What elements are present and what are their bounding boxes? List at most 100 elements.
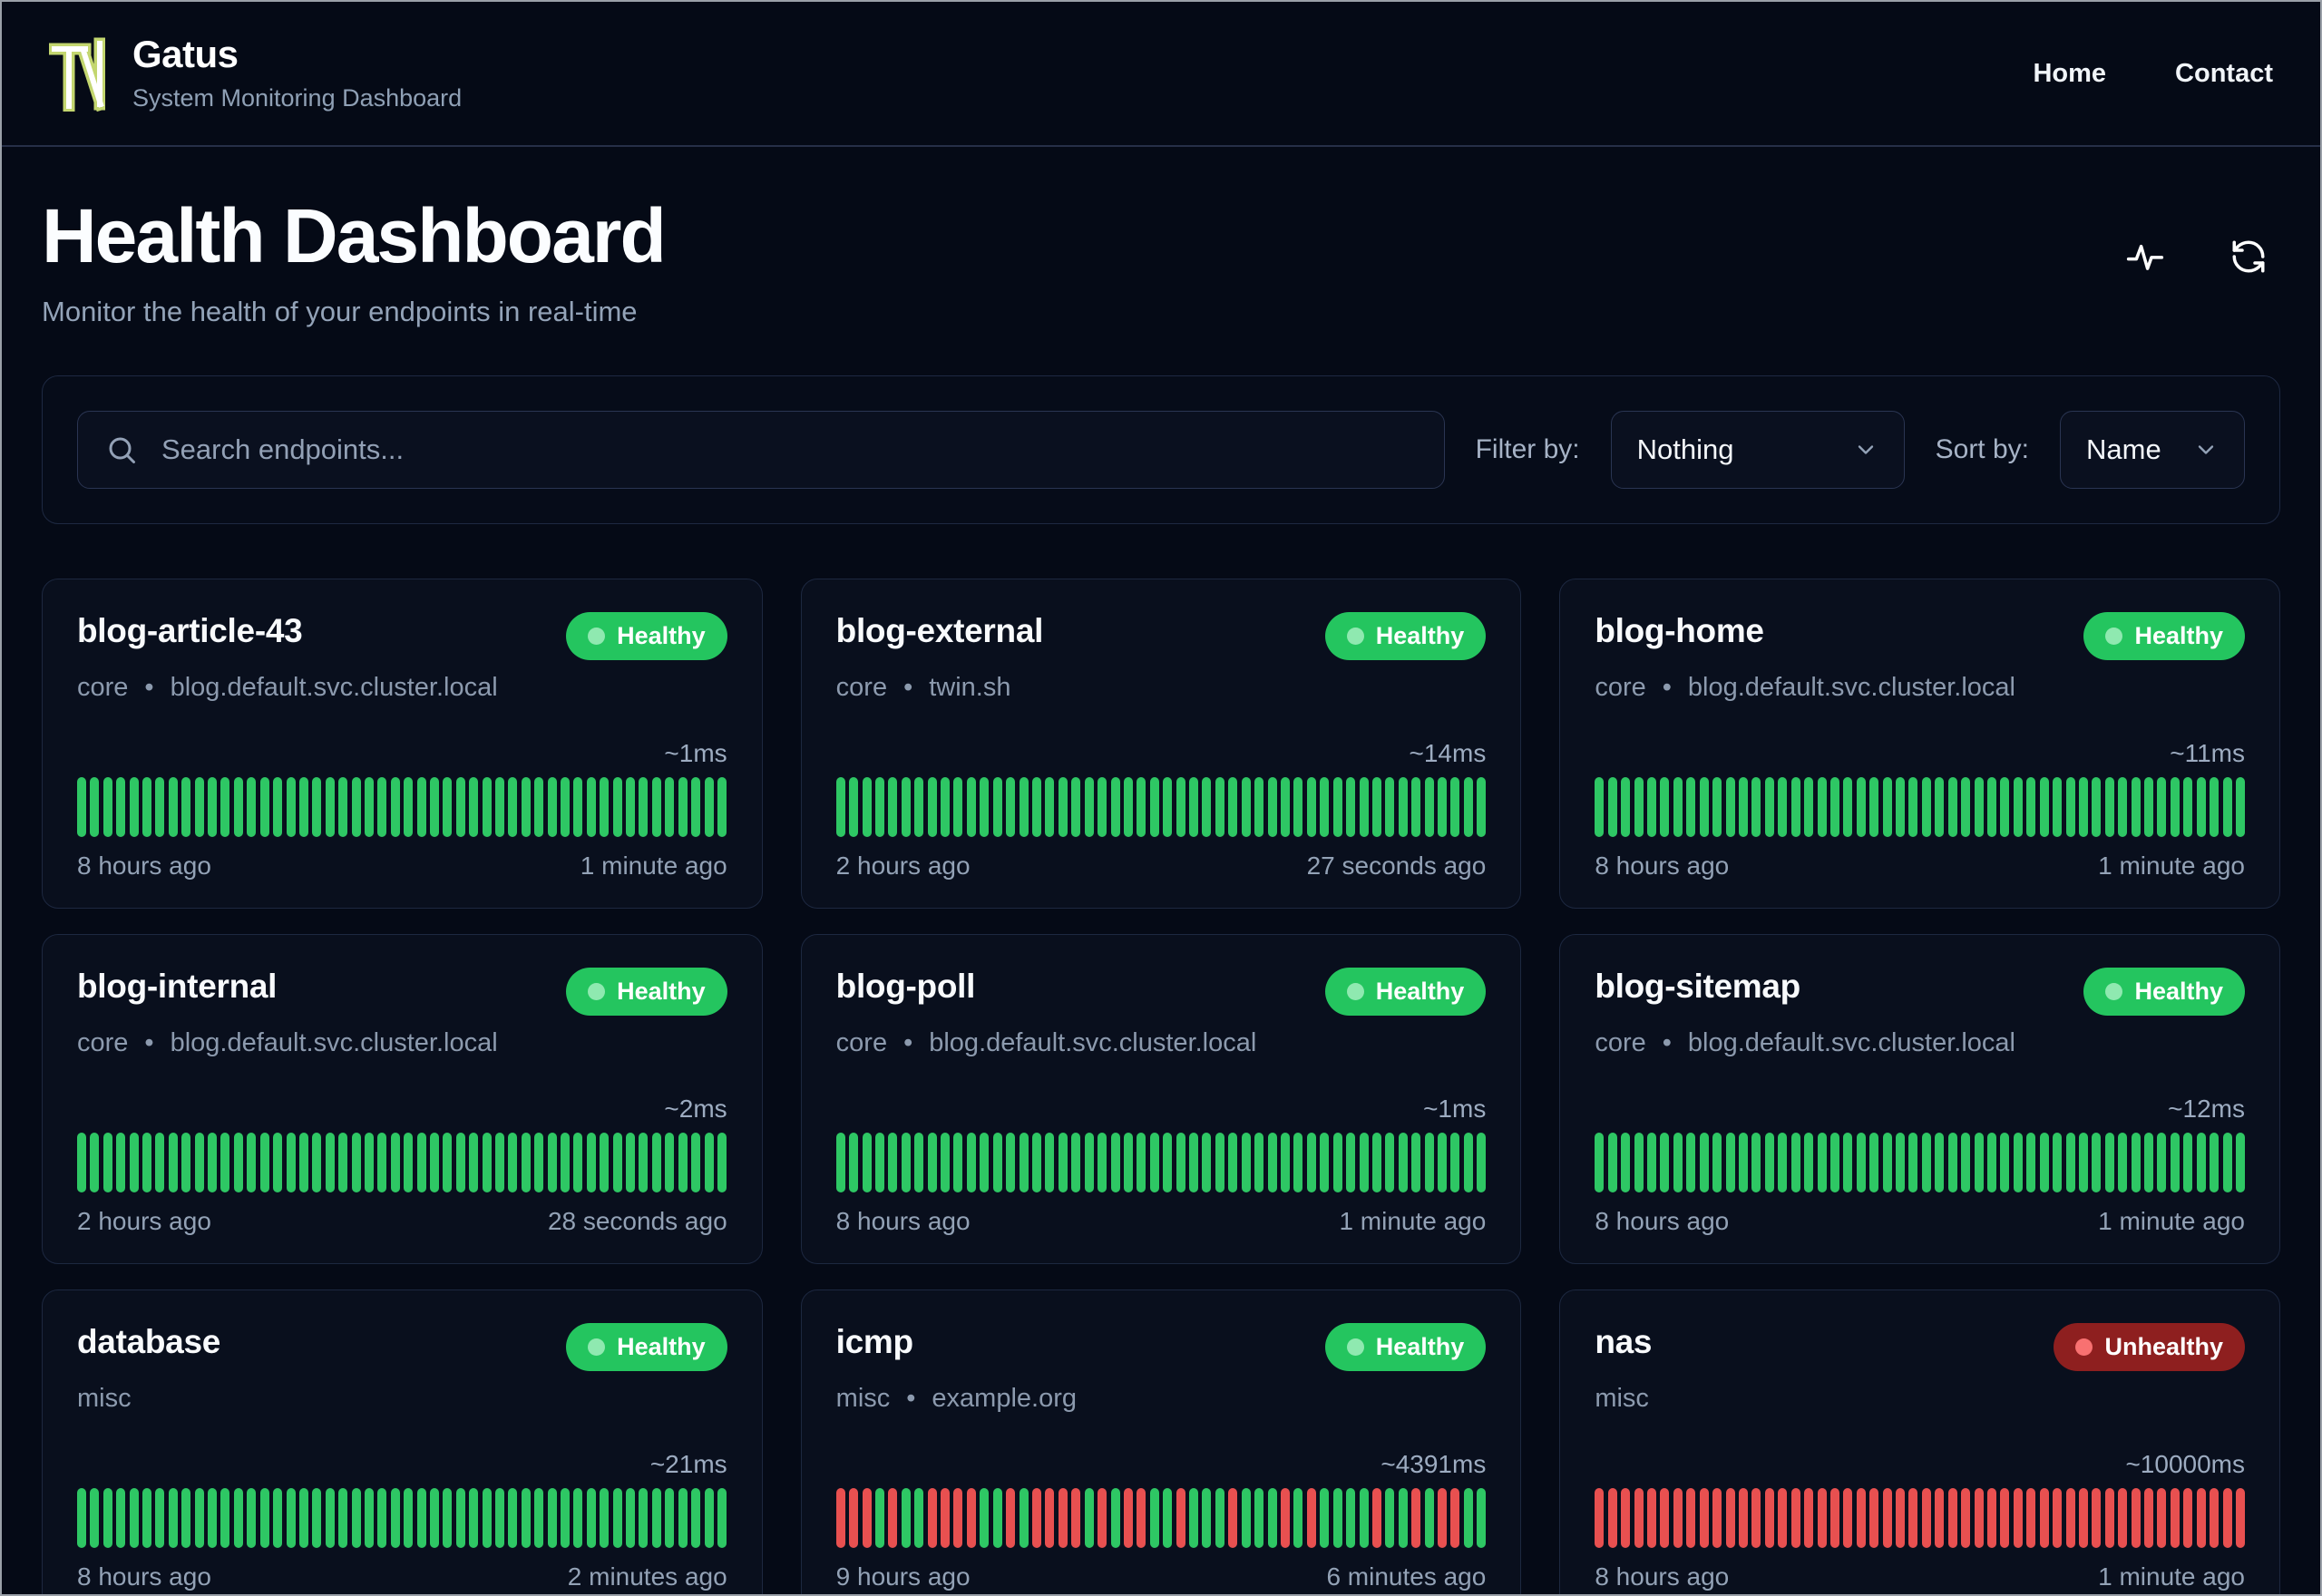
uptime-bar[interactable] xyxy=(2210,1488,2220,1549)
uptime-bar[interactable] xyxy=(247,1488,257,1549)
nav-link-contact[interactable]: Contact xyxy=(2175,59,2273,89)
uptime-bar[interactable] xyxy=(443,777,453,838)
uptime-bar[interactable] xyxy=(208,777,218,838)
uptime-bar[interactable] xyxy=(1215,777,1224,838)
uptime-bar[interactable] xyxy=(2157,777,2167,838)
uptime-bar[interactable] xyxy=(1424,777,1434,838)
uptime-bar[interactable] xyxy=(2118,1133,2128,1193)
uptime-bar[interactable] xyxy=(1477,777,1487,838)
uptime-bar[interactable] xyxy=(888,1488,898,1549)
uptime-bar[interactable] xyxy=(2196,1133,2206,1193)
uptime-bar[interactable] xyxy=(639,777,649,838)
endpoint-card[interactable]: blog-article-43 Healthy core • blog.defa… xyxy=(42,579,763,910)
uptime-bar[interactable] xyxy=(849,777,859,838)
uptime-bar[interactable] xyxy=(1346,1133,1356,1193)
uptime-bar[interactable] xyxy=(1817,1488,1827,1549)
uptime-bar[interactable] xyxy=(927,1488,937,1549)
uptime-bar[interactable] xyxy=(691,1133,701,1193)
uptime-bar[interactable] xyxy=(325,777,335,838)
uptime-bar[interactable] xyxy=(325,1133,335,1193)
uptime-bar[interactable] xyxy=(1463,1133,1473,1193)
uptime-bar[interactable] xyxy=(665,1133,675,1193)
uptime-bar[interactable] xyxy=(1176,777,1185,838)
uptime-bar[interactable] xyxy=(1163,1488,1173,1549)
uptime-bar[interactable] xyxy=(941,1488,951,1549)
uptime-bar[interactable] xyxy=(678,777,688,838)
uptime-bar[interactable] xyxy=(247,1133,257,1193)
filter-dropdown[interactable]: Nothing xyxy=(1610,411,1905,490)
uptime-bar[interactable] xyxy=(1281,777,1290,838)
uptime-bar[interactable] xyxy=(1371,1133,1381,1193)
uptime-bar[interactable] xyxy=(1084,777,1094,838)
uptime-bar[interactable] xyxy=(1215,1488,1224,1549)
uptime-bar[interactable] xyxy=(1320,1488,1330,1549)
uptime-bar[interactable] xyxy=(455,777,465,838)
uptime-bar[interactable] xyxy=(1778,1133,1788,1193)
uptime-bar[interactable] xyxy=(1856,1133,1866,1193)
uptime-bar[interactable] xyxy=(220,777,230,838)
uptime-bar[interactable] xyxy=(390,1488,400,1549)
uptime-bar[interactable] xyxy=(561,1488,571,1549)
uptime-bar[interactable] xyxy=(1621,1488,1631,1549)
uptime-bar[interactable] xyxy=(102,1133,112,1193)
uptime-bar[interactable] xyxy=(704,777,714,838)
uptime-bar[interactable] xyxy=(612,1133,622,1193)
uptime-bar[interactable] xyxy=(404,777,414,838)
uptime-bar[interactable] xyxy=(1385,1133,1395,1193)
uptime-bar[interactable] xyxy=(927,1133,937,1193)
uptime-bar[interactable] xyxy=(941,777,951,838)
uptime-bar[interactable] xyxy=(1438,777,1448,838)
uptime-bar[interactable] xyxy=(2118,1488,2128,1549)
uptime-bar[interactable] xyxy=(678,1488,688,1549)
uptime-bar[interactable] xyxy=(233,1133,243,1193)
uptime-bar[interactable] xyxy=(1320,1133,1330,1193)
uptime-bar[interactable] xyxy=(651,1488,661,1549)
uptime-bar[interactable] xyxy=(90,1133,100,1193)
uptime-bar[interactable] xyxy=(416,1488,426,1549)
uptime-bar[interactable] xyxy=(286,777,296,838)
uptime-bar[interactable] xyxy=(534,1133,544,1193)
uptime-bar[interactable] xyxy=(953,1133,963,1193)
uptime-bar[interactable] xyxy=(835,1488,845,1549)
refresh-icon[interactable] xyxy=(2229,238,2268,276)
uptime-bar[interactable] xyxy=(338,1133,348,1193)
uptime-bar[interactable] xyxy=(443,1133,453,1193)
uptime-bar[interactable] xyxy=(1228,1488,1238,1549)
uptime-bar[interactable] xyxy=(1293,777,1303,838)
uptime-bar[interactable] xyxy=(586,777,596,838)
uptime-bar[interactable] xyxy=(678,1133,688,1193)
uptime-bar[interactable] xyxy=(1686,1133,1696,1193)
uptime-bar[interactable] xyxy=(1254,777,1264,838)
uptime-bar[interactable] xyxy=(1725,1488,1735,1549)
endpoint-card[interactable]: blog-home Healthy core • blog.default.sv… xyxy=(1559,579,2280,910)
uptime-bar[interactable] xyxy=(1320,777,1330,838)
uptime-bar[interactable] xyxy=(547,1133,557,1193)
uptime-bar[interactable] xyxy=(1359,777,1369,838)
uptime-bar[interactable] xyxy=(2222,777,2232,838)
uptime-bar[interactable] xyxy=(129,777,139,838)
uptime-bar[interactable] xyxy=(2053,1488,2063,1549)
uptime-bar[interactable] xyxy=(208,1488,218,1549)
uptime-bar[interactable] xyxy=(273,777,283,838)
uptime-bar[interactable] xyxy=(1947,1133,1957,1193)
uptime-bar[interactable] xyxy=(325,1488,335,1549)
uptime-bar[interactable] xyxy=(1843,1133,1853,1193)
uptime-bar[interactable] xyxy=(1123,777,1133,838)
search-box[interactable] xyxy=(77,411,1445,490)
uptime-bar[interactable] xyxy=(1856,777,1866,838)
uptime-bar[interactable] xyxy=(639,1133,649,1193)
uptime-bar[interactable] xyxy=(1176,1488,1185,1549)
uptime-bar[interactable] xyxy=(351,1133,361,1193)
uptime-bar[interactable] xyxy=(155,1488,165,1549)
uptime-bar[interactable] xyxy=(1137,777,1146,838)
uptime-bar[interactable] xyxy=(1189,1133,1199,1193)
uptime-bar[interactable] xyxy=(1843,1488,1853,1549)
uptime-bar[interactable] xyxy=(1346,1488,1356,1549)
uptime-bar[interactable] xyxy=(1332,1488,1342,1549)
uptime-bar[interactable] xyxy=(1595,1488,1605,1549)
uptime-bar[interactable] xyxy=(1071,1488,1081,1549)
uptime-bar[interactable] xyxy=(901,1488,911,1549)
uptime-bar[interactable] xyxy=(1202,1488,1212,1549)
uptime-bar[interactable] xyxy=(390,777,400,838)
uptime-bar[interactable] xyxy=(862,1488,872,1549)
